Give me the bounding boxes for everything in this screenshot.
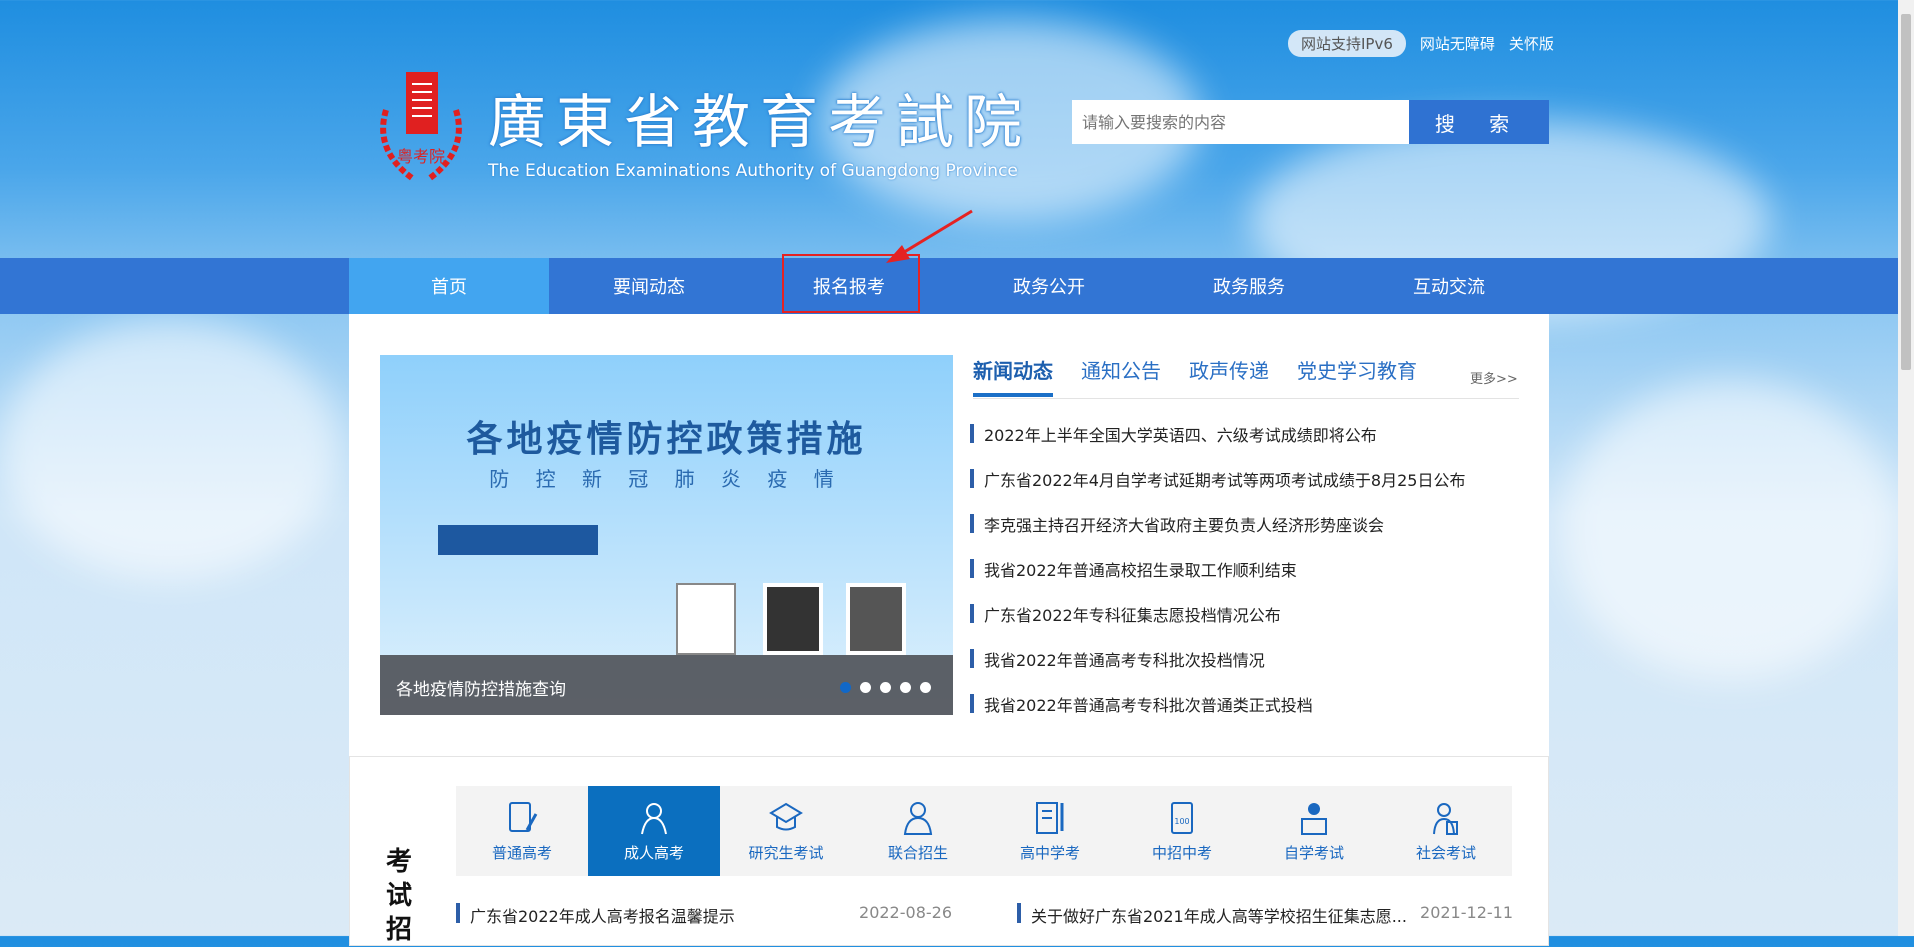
svg-text:粤考院: 粤考院 [397,147,445,166]
tab-high-school-test[interactable]: 高中学考 [984,786,1116,876]
tab-label: 普通高考 [491,843,552,862]
carousel-dot[interactable] [860,682,871,693]
logo-title-en: The Education Examinations Authority of … [488,161,1018,181]
item-date: 2022-08-26 [859,903,952,922]
person-laptop-icon [1301,802,1327,835]
list-item[interactable]: 广东省2022年4月自学考试延期考试等两项考试成绩于8月25日公布 [970,469,1530,490]
notebook-icon [1036,801,1064,834]
site-logo[interactable]: 粤考院 廣東省教育考試院 The Education Examinations … [372,70,1032,186]
carousel-dot[interactable] [840,682,851,693]
news-list: 2022年上半年全国大学英语四、六级考试成绩即将公布 广东省2022年4月自学考… [970,424,1530,739]
more-link[interactable]: 更多>> [1470,368,1518,387]
tab-label: 成人高考 [623,843,684,862]
tab-label: 联合招生 [887,843,948,862]
tab-joint-admission[interactable]: 联合招生 [852,786,984,876]
person-icon [641,802,667,834]
carousel-dot[interactable] [880,682,891,693]
tab-label: 社会考试 [1415,843,1476,862]
logo-title-cn: 廣東省教育考試院 [488,88,1033,156]
carousel-dot[interactable] [900,682,911,693]
list-item[interactable]: 李克强主持召开经济大省政府主要负责人经济形势座谈会 [970,514,1530,535]
section-title: 考试招 [386,847,413,945]
banner-carousel[interactable]: 各地疫情防控政策措施 防 控 新 冠 肺 炎 疫 情 各地疫情防控措施查询 [380,355,953,715]
top-links: 网站支持IPv6 网站无障碍 关怀版 [1288,30,1554,57]
tab-notices[interactable]: 通知公告 [1081,355,1161,394]
tab-party-history[interactable]: 党史学习教育 [1297,355,1417,394]
tab-label: 高中学考 [1019,843,1080,862]
qr-wechat-icon [676,583,736,655]
score-sheet-icon: 100 [1171,801,1193,834]
carousel-dots [840,682,931,693]
list-item[interactable]: 我省2022年普通高考专科批次普通类正式投档 [970,694,1530,715]
nav-home[interactable]: 首页 [349,258,549,314]
tab-news[interactable]: 新闻动态 [973,355,1053,397]
list-item[interactable]: 广东省2022年成人高考报名温馨提示 2022-08-26 [456,903,952,926]
seal-logo-icon: 粤考院 [372,70,470,186]
qr-alipay-icon [846,583,906,655]
search-button[interactable]: 搜 索 [1409,100,1549,144]
scrollbar-thumb[interactable] [1901,14,1911,370]
tab-label: 研究生考试 [748,843,824,862]
group-icon [903,801,933,835]
person-certificate-icon [1433,802,1458,835]
carousel-dot[interactable] [920,682,931,693]
tab-self-study-exam[interactable]: 自学考试 [1248,786,1380,876]
tab-adult-exam[interactable]: 成人高考 [588,786,720,876]
tab-graduate-exam[interactable]: 研究生考试 [720,786,852,876]
list-item[interactable]: 我省2022年普通高考专科批次投档情况 [970,649,1530,670]
document-pen-icon [509,801,538,832]
tab-policy[interactable]: 政声传递 [1189,355,1269,394]
tab-social-exam[interactable]: 社会考试 [1380,786,1512,876]
nav-news[interactable]: 要闻动态 [549,258,749,314]
nav-gov-services[interactable]: 政务服务 [1149,258,1349,314]
search-bar: 搜 索 [1072,100,1549,144]
list-item[interactable]: 关于做好广东省2021年成人高等学校招生征集志愿... 2021-12-11 [1017,903,1513,926]
accessibility-link[interactable]: 网站无障碍 [1420,33,1495,54]
list-item[interactable]: 广东省2022年专科征集志愿投档情况公布 [970,604,1530,625]
item-title[interactable]: 关于做好广东省2021年成人高等学校招生征集志愿... [1031,903,1407,926]
care-mode-link[interactable]: 关怀版 [1509,33,1554,54]
tab-label: 中招中考 [1151,843,1212,862]
news-tabs: 新闻动态 通知公告 政声传递 党史学习教育 [973,355,1519,399]
banner-subtitle: 防 控 新 冠 肺 炎 疫 情 [489,467,844,491]
graduation-cap-icon [769,802,803,830]
item-date: 2021-12-11 [1420,903,1513,922]
list-item[interactable]: 我省2022年普通高校招生录取工作顺利结束 [970,559,1530,580]
tab-label: 自学考试 [1283,843,1344,862]
banner-button-graphic [438,525,598,555]
qr-baidu-icon [763,583,823,655]
red-arrow-icon [886,209,973,263]
ipv6-badge: 网站支持IPv6 [1288,30,1406,57]
banner-title: 各地疫情防控政策措施 [466,419,867,460]
tab-gaokao[interactable]: 普通高考 [456,786,588,876]
exam-tabs: 普通高考 成人高考 研究生考试 联合招生 高中学考 100 中招中考 自学考试 社… [456,786,1512,876]
search-input[interactable] [1072,100,1409,144]
tab-zhongkao[interactable]: 100 中招中考 [1116,786,1248,876]
list-item[interactable]: 2022年上半年全国大学英语四、六级考试成绩即将公布 [970,424,1530,445]
svg-text:100: 100 [1174,817,1189,826]
nav-interaction[interactable]: 互动交流 [1349,258,1549,314]
item-title[interactable]: 广东省2022年成人高考报名温馨提示 [470,903,735,926]
